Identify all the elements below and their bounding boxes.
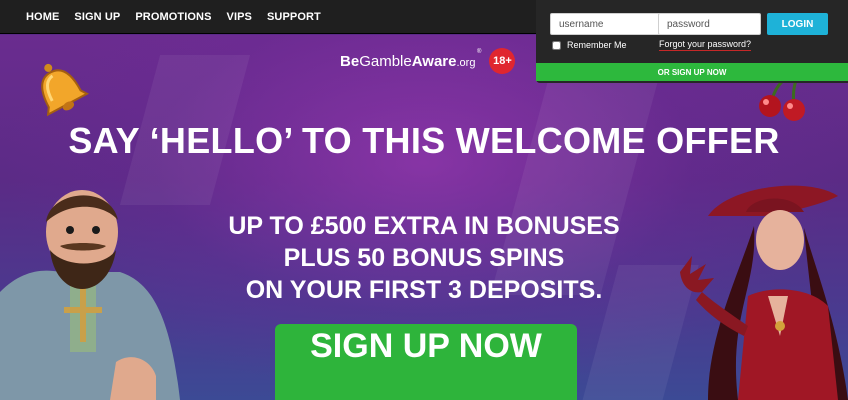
offer-text: UP TO £500 EXTRA IN BONUSES PLUS 50 BONU… (0, 210, 848, 306)
headline: SAY ‘HELLO’ TO THIS WELCOME OFFER (68, 120, 780, 161)
or-sign-up-button[interactable]: OR SIGN UP NOW (536, 63, 848, 81)
login-panel: LOGIN Remember Me Forgot your password? … (536, 0, 848, 83)
nav-home[interactable]: HOME (26, 11, 59, 23)
nav-promotions[interactable]: PROMOTIONS (135, 11, 211, 23)
remember-me[interactable]: Remember Me (552, 40, 627, 50)
begambleaware-logo[interactable]: BeGambleAware.org ® (340, 49, 481, 70)
offer-line: UP TO £500 EXTRA IN BONUSES (228, 212, 620, 240)
username-input[interactable] (550, 13, 663, 35)
offer-line: ON YOUR FIRST 3 DEPOSITS. (245, 276, 603, 304)
forgot-password-link[interactable]: Forgot your password? (659, 39, 752, 51)
offer-line: PLUS 50 BONUS SPINS (283, 244, 565, 272)
password-input[interactable] (658, 13, 761, 35)
age-restriction-badge: 18+ (489, 48, 516, 74)
nav-sign-up[interactable]: SIGN UP (74, 11, 120, 23)
remember-me-label: Remember Me (567, 40, 627, 50)
main-nav: HOME SIGN UP PROMOTIONS VIPS SUPPORT (26, 0, 321, 34)
nav-vips[interactable]: VIPS (227, 11, 252, 23)
sign-up-now-button[interactable]: SIGN UP NOW (275, 324, 577, 400)
nav-support[interactable]: SUPPORT (267, 11, 321, 23)
bell-icon (41, 63, 90, 117)
gamble-aware: BeGambleAware.org ® 18+ (340, 48, 516, 74)
login-button[interactable]: LOGIN (767, 13, 828, 35)
remember-me-checkbox[interactable] (552, 40, 561, 50)
